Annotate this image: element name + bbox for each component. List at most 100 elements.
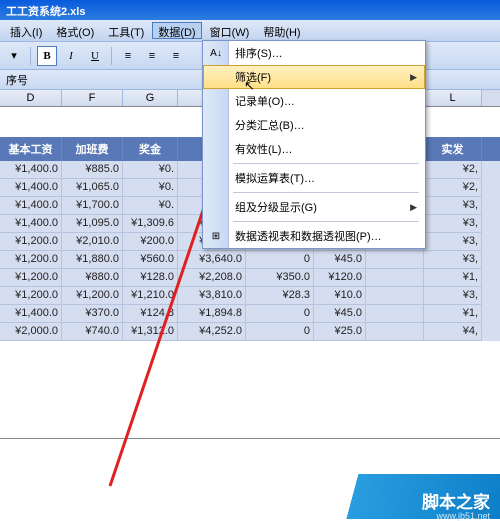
- col-header[interactable]: D: [0, 90, 62, 106]
- watermark: 脚本之家 www.jb51.net: [320, 459, 500, 519]
- align-left-button[interactable]: ≡: [118, 46, 138, 66]
- cell[interactable]: ¥1,400.0: [0, 179, 62, 197]
- menu-insert[interactable]: 插入(I): [4, 22, 48, 39]
- menu-item-subtotal[interactable]: 分类汇总(B)…: [203, 113, 425, 137]
- cell[interactable]: ¥1,: [424, 269, 482, 287]
- cell[interactable]: ¥880.0: [62, 269, 123, 287]
- cell[interactable]: ¥1,200.0: [62, 287, 123, 305]
- cell[interactable]: ¥3,: [424, 287, 482, 305]
- cell[interactable]: ¥4,: [424, 323, 482, 341]
- cell[interactable]: ¥1,400.0: [0, 305, 62, 323]
- cell[interactable]: ¥2,208.0: [178, 269, 246, 287]
- cell[interactable]: ¥1,400.0: [0, 161, 62, 179]
- cell[interactable]: ¥3,810.0: [178, 287, 246, 305]
- watermark-url: www.jb51.net: [436, 511, 490, 521]
- cell[interactable]: ¥1,700.0: [62, 197, 123, 215]
- title-bar: 工工资系统2.xls: [0, 0, 500, 20]
- cell[interactable]: ¥124.8: [123, 305, 178, 323]
- cell[interactable]: ¥350.0: [246, 269, 314, 287]
- cell[interactable]: ¥1,200.0: [0, 287, 62, 305]
- cell[interactable]: ¥25.0: [314, 323, 366, 341]
- cell[interactable]: ¥370.0: [62, 305, 123, 323]
- cell[interactable]: ¥1,894.8: [178, 305, 246, 323]
- menu-item-validity[interactable]: 有效性(L)…: [203, 137, 425, 161]
- col-header[interactable]: G: [123, 90, 178, 106]
- cell[interactable]: ¥0.: [123, 197, 178, 215]
- cell[interactable]: [366, 251, 424, 269]
- menu-item-filter[interactable]: 筛选(F)▶: [203, 65, 425, 89]
- align-right-button[interactable]: ≡: [166, 46, 186, 66]
- cell[interactable]: ¥740.0: [62, 323, 123, 341]
- cell[interactable]: ¥128.0: [123, 269, 178, 287]
- cell[interactable]: ¥1,065.0: [62, 179, 123, 197]
- cell[interactable]: 0: [246, 305, 314, 323]
- cell[interactable]: 0: [246, 251, 314, 269]
- cell[interactable]: ¥3,640.0: [178, 251, 246, 269]
- bold-button[interactable]: B: [37, 46, 57, 66]
- underline-button[interactable]: U: [85, 46, 105, 66]
- cell[interactable]: ¥1,880.0: [62, 251, 123, 269]
- cell[interactable]: ¥1,200.0: [0, 233, 62, 251]
- italic-button[interactable]: I: [61, 46, 81, 66]
- cell[interactable]: ¥1,400.0: [0, 215, 62, 233]
- menu-help[interactable]: 帮助(H): [257, 22, 306, 39]
- cell[interactable]: ¥3,: [424, 251, 482, 269]
- menu-bar: 插入(I) 格式(O) 工具(T) 数据(D) 窗口(W) 帮助(H): [0, 20, 500, 42]
- cell[interactable]: ¥2,: [424, 161, 482, 179]
- cell[interactable]: 0: [246, 323, 314, 341]
- cell[interactable]: ¥560.0: [123, 251, 178, 269]
- table-row: ¥1,200.0¥1,880.0¥560.0¥3,640.00¥45.0 ¥3,: [0, 251, 500, 269]
- cell[interactable]: ¥1,095.0: [62, 215, 123, 233]
- header-cell: 加班费: [62, 137, 123, 161]
- cell[interactable]: ¥45.0: [314, 251, 366, 269]
- cell[interactable]: ¥1,309.6: [123, 215, 178, 233]
- cell[interactable]: ¥3,: [424, 197, 482, 215]
- cell[interactable]: ¥120.0: [314, 269, 366, 287]
- cursor-icon: ↖: [244, 78, 255, 94]
- cell[interactable]: ¥200.0: [123, 233, 178, 251]
- table-row: ¥1,200.0¥880.0¥128.0¥2,208.0¥350.0¥120.0…: [0, 269, 500, 287]
- cell[interactable]: ¥0.: [123, 179, 178, 197]
- cell[interactable]: ¥3,: [424, 233, 482, 251]
- cell[interactable]: ¥2,000.0: [0, 323, 62, 341]
- cell[interactable]: ¥4,252.0: [178, 323, 246, 341]
- cell[interactable]: [366, 305, 424, 323]
- cell[interactable]: ¥2,010.0: [62, 233, 123, 251]
- cell[interactable]: [366, 287, 424, 305]
- cell[interactable]: ¥45.0: [314, 305, 366, 323]
- menu-item-sort[interactable]: A↓排序(S)…: [203, 41, 425, 65]
- menu-tools[interactable]: 工具(T): [102, 22, 150, 39]
- footer-divider: [0, 438, 500, 439]
- align-center-button[interactable]: ≡: [142, 46, 162, 66]
- cell[interactable]: ¥1,: [424, 305, 482, 323]
- cell[interactable]: ¥3,: [424, 215, 482, 233]
- cell[interactable]: ¥885.0: [62, 161, 123, 179]
- menu-item-pivot[interactable]: ⊞数据透视表和数据透视图(P)…: [203, 224, 425, 248]
- window-title: 工工资系统2.xls: [6, 6, 85, 18]
- watermark-text: 脚本之家: [422, 488, 490, 513]
- menu-item-group[interactable]: 组及分级显示(G)▶: [203, 195, 425, 219]
- menu-item-table[interactable]: 模拟运算表(T)…: [203, 166, 425, 190]
- cell[interactable]: [366, 269, 424, 287]
- menu-item-record[interactable]: 记录单(O)…: [203, 89, 425, 113]
- menu-data[interactable]: 数据(D): [152, 22, 201, 39]
- cell[interactable]: ¥1,200.0: [0, 269, 62, 287]
- cell[interactable]: ¥0.: [123, 161, 178, 179]
- col-header[interactable]: F: [62, 90, 123, 106]
- cell[interactable]: ¥1,210.0: [123, 287, 178, 305]
- col-header[interactable]: L: [424, 90, 482, 106]
- cell[interactable]: ¥1,200.0: [0, 251, 62, 269]
- table-row: ¥1,200.0¥1,200.0¥1,210.0¥3,810.0¥28.3¥10…: [0, 287, 500, 305]
- menu-format[interactable]: 格式(O): [50, 22, 100, 39]
- cell[interactable]: ¥2,: [424, 179, 482, 197]
- cell[interactable]: ¥1,312.0: [123, 323, 178, 341]
- toolbar-button[interactable]: ▾: [4, 46, 24, 66]
- menu-window[interactable]: 窗口(W): [204, 22, 256, 39]
- cell[interactable]: ¥1,400.0: [0, 197, 62, 215]
- header-cell: 实发: [424, 137, 482, 161]
- table-row: ¥1,400.0¥370.0¥124.8¥1,894.80¥45.0 ¥1,: [0, 305, 500, 323]
- cell[interactable]: ¥10.0: [314, 287, 366, 305]
- cell[interactable]: [366, 323, 424, 341]
- data-menu-dropdown: A↓排序(S)… 筛选(F)▶ 记录单(O)… 分类汇总(B)… 有效性(L)……: [202, 40, 426, 249]
- cell[interactable]: ¥28.3: [246, 287, 314, 305]
